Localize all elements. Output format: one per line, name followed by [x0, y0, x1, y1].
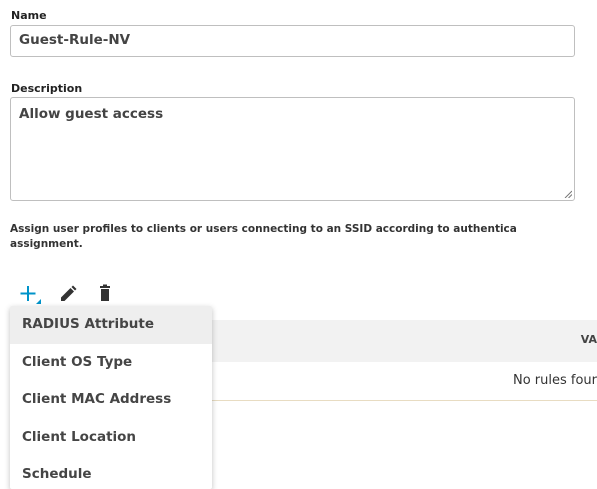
add-rule-dropdown: RADIUS Attribute Client OS Type Client M…	[10, 306, 212, 489]
description-label: Description	[11, 82, 83, 95]
menu-item-radius-attribute[interactable]: RADIUS Attribute	[10, 306, 212, 344]
menu-item-client-location[interactable]: Client Location	[10, 419, 212, 457]
user-profile-rule-page: Name Guest-Rule-NV Description Allow gue…	[0, 0, 597, 489]
plus-icon[interactable]	[19, 283, 41, 305]
table-divider	[212, 400, 597, 401]
resize-grip-icon[interactable]	[564, 190, 572, 198]
menu-item-client-os-type[interactable]: Client OS Type	[10, 344, 212, 382]
rule-toolbar	[19, 283, 129, 305]
menu-item-client-mac-address[interactable]: Client MAC Address	[10, 381, 212, 419]
assign-description: Assign user profiles to clients or users…	[10, 222, 597, 252]
name-label: Name	[11, 9, 47, 22]
empty-rules-message: No rules four	[512, 373, 597, 388]
description-textarea[interactable]: Allow guest access	[10, 97, 575, 201]
assign-description-line2: assignment.	[10, 238, 83, 250]
name-input[interactable]: Guest-Rule-NV	[10, 25, 575, 57]
description-text: Allow guest access	[19, 106, 164, 122]
rules-table-header: VA	[212, 320, 597, 362]
menu-item-schedule[interactable]: Schedule	[10, 456, 212, 489]
assign-description-line1: Assign user profiles to clients or users…	[10, 223, 517, 235]
column-header-value[interactable]: VA	[581, 333, 597, 346]
pencil-icon[interactable]	[57, 283, 79, 305]
trash-icon[interactable]	[97, 283, 119, 305]
